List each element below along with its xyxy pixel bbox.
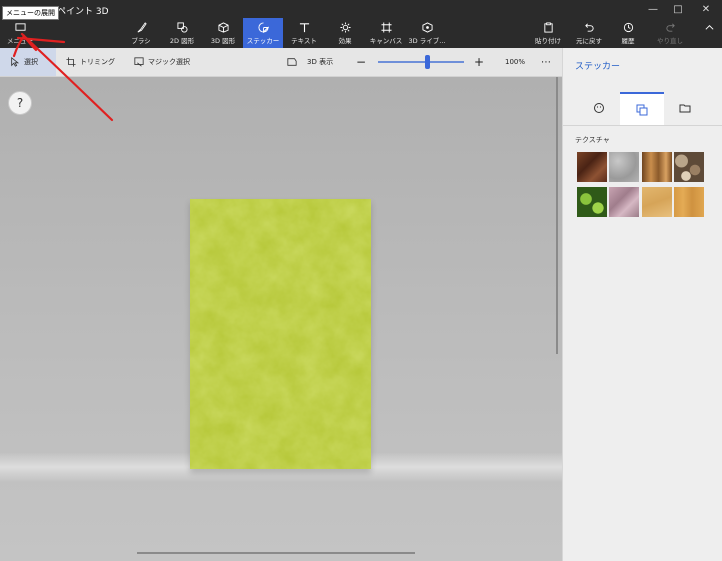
brush-button[interactable]: ブラシ	[125, 18, 157, 48]
select-label: 選択	[24, 58, 38, 66]
tab-custom[interactable]	[663, 92, 707, 124]
cube-icon	[217, 22, 229, 33]
clipboard-icon	[543, 22, 553, 33]
text-label: テキスト	[291, 37, 317, 45]
zoom-out-button[interactable]: −	[356, 48, 366, 76]
text-icon	[299, 23, 309, 33]
close-icon: ✕	[701, 3, 711, 15]
tab-textures[interactable]	[620, 92, 664, 126]
history-icon	[623, 22, 633, 33]
shapes3d-label: 3D 図形	[210, 37, 236, 45]
ribbon: ペイント 3D メニュー ブラシ 2D 図形 3D 図形 ステッカー テキスト …	[0, 0, 722, 48]
view3d-label: 3D 表示	[307, 58, 334, 66]
minimize-icon: —	[648, 3, 658, 15]
menu-icon	[14, 23, 26, 31]
select-tool[interactable]: 選択	[0, 48, 56, 76]
minimize-button[interactable]: —	[641, 0, 665, 18]
texture-pebbles[interactable]	[674, 152, 704, 182]
crop-icon	[66, 57, 76, 67]
shapes2d-icon	[176, 22, 188, 33]
texture-stone[interactable]	[609, 152, 639, 182]
texture-leaves[interactable]	[577, 187, 607, 217]
texture-icon	[636, 104, 648, 116]
undo-icon	[584, 23, 594, 32]
sticker-face-icon	[594, 103, 604, 113]
canvas-icon	[380, 22, 392, 33]
maximize-button[interactable]: □	[666, 0, 690, 18]
cursor-icon	[11, 57, 20, 67]
panel-title: ステッカー	[575, 62, 621, 72]
library3d-label: 3D ライブ...	[408, 37, 446, 45]
more-options-button[interactable]: ⋯	[541, 48, 551, 76]
shapes2d-label: 2D 図形	[169, 37, 195, 45]
tab-stickers[interactable]	[577, 92, 621, 124]
text-button[interactable]: テキスト	[287, 18, 321, 48]
view3d-toggle[interactable]: 3D 表示	[287, 48, 333, 76]
texture-sand[interactable]	[642, 187, 672, 217]
redo-button[interactable]: やり直し	[654, 18, 686, 48]
redo-icon	[665, 23, 675, 32]
texture-light-wood[interactable]	[674, 187, 704, 217]
stickers-panel: ステッカー テクスチャ	[562, 48, 722, 561]
plus-icon: +	[474, 55, 485, 69]
texture-wood-grain[interactable]	[642, 152, 672, 182]
sun-icon	[339, 22, 351, 33]
history-button[interactable]: 履歴	[614, 18, 642, 48]
zoom-value: 100%	[505, 58, 526, 66]
redo-label: やり直し	[657, 37, 683, 45]
menu-label: メニュー	[7, 37, 33, 45]
effects-button[interactable]: 効果	[330, 18, 360, 48]
library-icon	[421, 22, 433, 33]
section-label: テクスチャ	[575, 136, 610, 144]
magic-select-icon	[134, 57, 144, 67]
canvas-paper[interactable]	[190, 199, 371, 469]
horizontal-scrollbar[interactable]	[137, 552, 415, 554]
magic-select-label: マジック選択	[148, 58, 190, 66]
canvas-button[interactable]: キャンバス	[368, 18, 404, 48]
zoom-slider[interactable]	[378, 55, 464, 69]
zoom-slider-thumb[interactable]	[425, 55, 431, 69]
maximize-icon: □	[673, 3, 683, 15]
vertical-scrollbar[interactable]	[556, 77, 558, 354]
crop-label: トリミング	[80, 58, 115, 66]
effects-label: 効果	[338, 37, 352, 45]
brush-label: ブラシ	[131, 37, 151, 45]
canvas-workspace[interactable]: ?	[0, 77, 562, 561]
stickers-label: ステッカー	[246, 37, 280, 45]
brush-icon	[137, 22, 147, 33]
help-button[interactable]: ?	[8, 91, 32, 115]
mossy-texture	[190, 199, 371, 469]
library3d-button[interactable]: 3D ライブ...	[408, 18, 446, 48]
menu-tooltip: メニューの展開	[2, 6, 59, 20]
menu-button[interactable]: メニュー	[5, 18, 35, 48]
paste-label: 貼り付け	[535, 37, 561, 45]
view3d-icon	[287, 58, 297, 66]
collapse-ribbon-button[interactable]	[698, 18, 720, 48]
paste-button[interactable]: 貼り付け	[532, 18, 564, 48]
sticker-icon	[257, 22, 269, 33]
history-label: 履歴	[621, 37, 635, 45]
app-title: ペイント 3D	[57, 7, 109, 17]
chevron-up-icon	[705, 25, 713, 30]
ellipsis-icon: ⋯	[541, 56, 551, 68]
shapes2d-button[interactable]: 2D 図形	[164, 18, 200, 48]
canvas-label: キャンバス	[369, 37, 403, 45]
close-button[interactable]: ✕	[694, 0, 718, 18]
tab-divider	[563, 125, 722, 126]
zoom-in-button[interactable]: +	[474, 48, 484, 76]
undo-label: 元に戻す	[576, 37, 602, 45]
shapes3d-button[interactable]: 3D 図形	[205, 18, 241, 48]
folder-icon	[679, 104, 691, 113]
undo-button[interactable]: 元に戻す	[573, 18, 605, 48]
magic-select-tool[interactable]: マジック選択	[134, 48, 190, 76]
minus-icon: −	[356, 55, 367, 69]
crop-tool[interactable]: トリミング	[66, 48, 115, 76]
texture-marble[interactable]	[609, 187, 639, 217]
texture-bark[interactable]	[577, 152, 607, 182]
stickers-button[interactable]: ステッカー	[243, 18, 283, 48]
tool-strip: 選択 トリミング マジック選択 3D 表示 − + 100% ⋯	[0, 48, 562, 77]
